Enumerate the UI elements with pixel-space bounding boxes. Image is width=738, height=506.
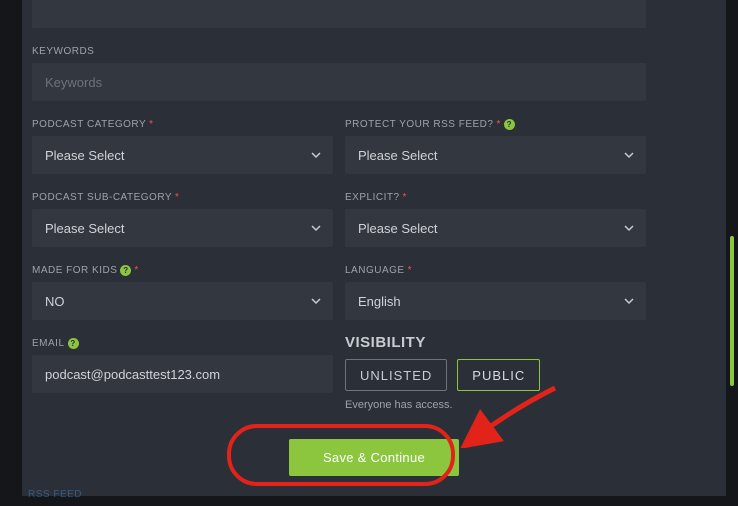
explicit-label: EXPLICIT?* [345,192,646,203]
rss-label: PROTECT YOUR RSS FEED?* ? [345,119,646,130]
help-icon[interactable]: ? [120,265,131,276]
language-select[interactable]: English [345,282,646,320]
rss-feed-link[interactable]: RSS FEED [28,489,82,500]
visibility-unlisted-button[interactable]: UNLISTED [345,359,447,391]
subcategory-label: PODCAST SUB-CATEGORY* [32,192,333,203]
explicit-select[interactable]: Please Select [345,209,646,247]
scrollbar-thumb[interactable] [730,236,734,386]
rss-select[interactable]: Please Select [345,136,646,174]
category-label: PODCAST CATEGORY* [32,119,333,130]
email-input[interactable] [32,355,333,393]
chevron-down-icon [624,296,634,306]
keywords-label: KEYWORDS [32,46,716,57]
kids-select[interactable]: NO [32,282,333,320]
chevron-down-icon [624,150,634,160]
visibility-title: VISIBILITY [345,334,646,351]
language-label: LANGUAGE* [345,265,646,276]
help-icon[interactable]: ? [68,338,79,349]
kids-label: MADE FOR KIDS ?* [32,265,333,276]
keywords-input[interactable] [32,63,646,101]
subcategory-select[interactable]: Please Select [32,209,333,247]
visibility-public-button[interactable]: PUBLIC [457,359,540,391]
chevron-down-icon [624,223,634,233]
chevron-down-icon [311,223,321,233]
email-label: EMAIL ? [32,338,333,349]
help-icon[interactable]: ? [504,119,515,130]
visibility-help-text: Everyone has access. [345,399,646,411]
chevron-down-icon [311,150,321,160]
description-input-tail[interactable] [32,0,646,28]
form-panel: KEYWORDS PODCAST CATEGORY* Please Select… [22,0,726,496]
chevron-down-icon [311,296,321,306]
category-select[interactable]: Please Select [32,136,333,174]
save-continue-button[interactable]: Save & Continue [289,439,459,476]
